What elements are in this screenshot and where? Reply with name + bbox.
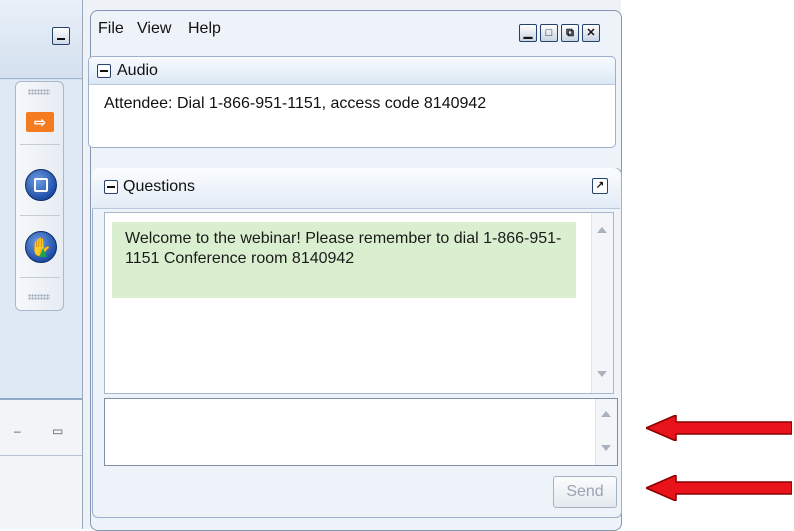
close-button[interactable]: ✕: [582, 24, 600, 42]
background-divider: [0, 78, 92, 79]
toolbar-divider: [20, 144, 60, 145]
annotation-arrow-icon: [646, 475, 792, 501]
background-lower-area: [0, 398, 92, 529]
scroll-down-icon[interactable]: [597, 371, 607, 377]
maximize-button[interactable]: ⧉: [561, 24, 579, 42]
background-divider: [0, 398, 92, 400]
background-dash-icon: –: [14, 424, 21, 438]
list-item: Welcome to the webinar! Please remember …: [112, 222, 576, 298]
background-minimize-button[interactable]: [52, 27, 70, 45]
floating-toolbar: ⇨ ✋: [15, 81, 64, 311]
scroll-down-icon[interactable]: [601, 445, 611, 451]
menu-help[interactable]: Help: [188, 20, 221, 38]
message-log-scrollbar[interactable]: [591, 213, 613, 393]
send-button[interactable]: Send: [553, 476, 617, 508]
popout-icon[interactable]: ↗: [592, 178, 608, 194]
grab-tab-arrow-icon[interactable]: ⇨: [26, 112, 54, 132]
collapse-icon[interactable]: [97, 64, 111, 78]
questions-section-header[interactable]: Questions: [92, 168, 620, 209]
toolbar-divider: [20, 215, 60, 216]
background-window-icon: ▭: [52, 424, 64, 438]
grip-icon[interactable]: [28, 89, 50, 95]
annotation-arrow-icon: [646, 415, 792, 441]
toolbar-divider: [20, 277, 60, 278]
audio-section-header[interactable]: Audio: [89, 57, 615, 85]
minimize-button[interactable]: ▁: [519, 24, 537, 42]
scroll-up-icon[interactable]: [597, 227, 607, 233]
question-input[interactable]: [104, 398, 618, 466]
restore-button[interactable]: □: [540, 24, 558, 42]
grip-icon[interactable]: [28, 294, 50, 300]
questions-section-title: Questions: [123, 178, 196, 195]
menu-file[interactable]: File: [98, 20, 124, 38]
raise-hand-icon[interactable]: ✋: [25, 231, 57, 263]
scroll-up-icon[interactable]: [601, 411, 611, 417]
background-title-strip: [0, 0, 92, 80]
audio-section-title: Audio: [117, 62, 158, 79]
stop-broadcast-icon[interactable]: [25, 169, 57, 201]
input-scrollbar[interactable]: [595, 399, 617, 465]
collapse-icon[interactable]: [104, 180, 118, 194]
background-divider: [0, 455, 92, 456]
menu-view[interactable]: View: [137, 20, 171, 38]
audio-dial-info: Attendee: Dial 1-866-951-1151, access co…: [104, 95, 487, 112]
message-text: Welcome to the webinar! Please remember …: [125, 230, 562, 267]
